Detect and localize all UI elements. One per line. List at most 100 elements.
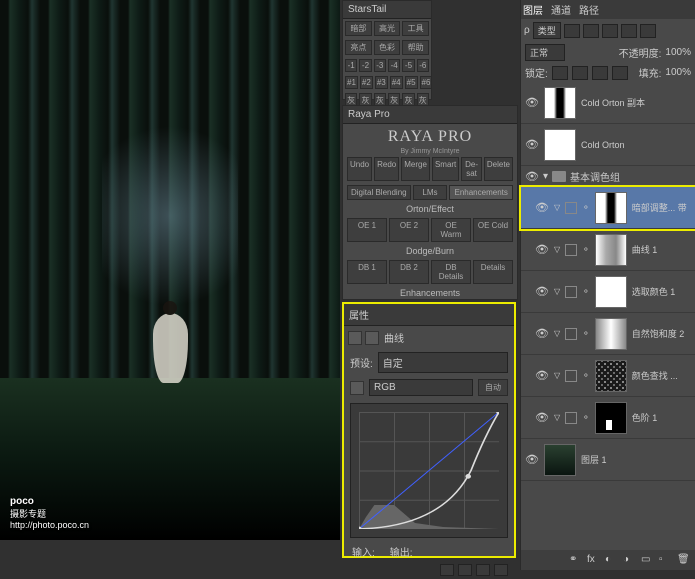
st-btn[interactable]: 亮点	[345, 40, 372, 55]
kind-label: ρ	[524, 25, 530, 36]
delete-button[interactable]: Delete	[484, 157, 513, 181]
reset-icon[interactable]	[476, 564, 490, 576]
st-btn[interactable]: 暗部	[345, 21, 372, 36]
visibility-icon[interactable]: 👁	[525, 138, 539, 152]
tab-paths[interactable]: 路径	[579, 2, 599, 17]
redo-button[interactable]: Redo	[374, 157, 399, 181]
layer-mask-thumb[interactable]	[595, 276, 627, 308]
visibility-icon[interactable]: 👁	[525, 170, 539, 184]
layer-row[interactable]: 👁▽⚬颜色查找 ...	[521, 355, 695, 397]
chevron-icon[interactable]: ▽	[554, 371, 560, 380]
tab-layers[interactable]: 图层	[523, 2, 543, 17]
layer-row[interactable]: 👁Cold Orton	[521, 124, 695, 166]
lock-pixel-icon[interactable]	[572, 66, 588, 80]
blend-select[interactable]: 正常	[525, 44, 565, 61]
db1-button[interactable]: DB 1	[347, 260, 387, 284]
filter-adj-icon[interactable]	[583, 24, 599, 38]
layer-mask-thumb[interactable]	[595, 360, 627, 392]
oecold-button[interactable]: OE Cold	[473, 218, 513, 242]
layer-name: 自然饱和度 2	[632, 327, 685, 340]
layer-row[interactable]: 👁图层 1	[521, 439, 695, 481]
adjustment-icon[interactable]	[348, 331, 362, 345]
db2-button[interactable]: DB 2	[389, 260, 429, 284]
layer-row[interactable]: 👁▽⚬暗部调整... 带	[521, 187, 695, 229]
chevron-icon[interactable]: ▽	[554, 413, 560, 422]
channel-select[interactable]: RGB	[369, 379, 473, 396]
mask-icon[interactable]: ◐	[605, 554, 619, 566]
enhancements-button[interactable]: Enhancements	[449, 185, 513, 200]
dbdetails-button[interactable]: DB Details	[431, 260, 471, 284]
layer-row[interactable]: 👁▽⚬曲线 1	[521, 229, 695, 271]
chevron-icon[interactable]: ▽	[554, 329, 560, 338]
visibility-icon[interactable]: 👁	[535, 411, 549, 425]
filter-smart-icon[interactable]	[640, 24, 656, 38]
folder-icon[interactable]: ▭	[641, 554, 655, 566]
trash-icon[interactable]	[494, 564, 508, 576]
preset-select[interactable]: 自定	[378, 352, 508, 373]
st-btn[interactable]: 高光	[374, 21, 401, 36]
filter-pixel-icon[interactable]	[564, 24, 580, 38]
filter-shape-icon[interactable]	[621, 24, 637, 38]
layer-row[interactable]: 👁▽⚬自然饱和度 2	[521, 313, 695, 355]
layer-mask-thumb[interactable]	[595, 192, 627, 224]
lock-position-icon[interactable]	[592, 66, 608, 80]
visibility-icon[interactable]: 👁	[535, 243, 549, 257]
layer-row[interactable]: 👁▽⚬选取颜色 1	[521, 271, 695, 313]
undo-button[interactable]: Undo	[347, 157, 372, 181]
group-row[interactable]: 👁▾基本调色组	[521, 166, 695, 187]
opacity-value[interactable]: 100%	[665, 47, 691, 58]
filter-type-icon[interactable]	[602, 24, 618, 38]
oe2-button[interactable]: OE 2	[389, 218, 429, 242]
clip-icon[interactable]	[440, 564, 454, 576]
layer-row[interactable]: 👁Cold Orton 副本	[521, 82, 695, 124]
lock-transparent-icon[interactable]	[552, 66, 568, 80]
visibility-icon[interactable]: 👁	[535, 201, 549, 215]
layer-mask-thumb[interactable]	[595, 402, 627, 434]
merge-button[interactable]: Merge	[401, 157, 430, 181]
fill-value[interactable]: 100%	[665, 67, 691, 78]
layer-mask-thumb[interactable]	[595, 234, 627, 266]
layer-thumb[interactable]	[544, 444, 576, 476]
smart-button[interactable]: Smart	[432, 157, 459, 181]
visibility-icon[interactable]: 👁	[535, 327, 549, 341]
visibility-icon[interactable]: 👁	[525, 453, 539, 467]
layer-mask-thumb[interactable]	[595, 318, 627, 350]
visibility-icon[interactable]: 👁	[535, 285, 549, 299]
view-icon[interactable]	[458, 564, 472, 576]
st-btn[interactable]: -1	[345, 59, 357, 72]
channel-icon[interactable]	[350, 381, 364, 395]
lms-button[interactable]: LMs	[413, 185, 448, 200]
details-button[interactable]: Details	[473, 260, 513, 284]
visibility-icon[interactable]: 👁	[525, 96, 539, 110]
layer-mask-thumb[interactable]	[544, 87, 576, 119]
layer-row[interactable]: 👁▽⚬色阶 1	[521, 397, 695, 439]
st-btn[interactable]: 帮助	[402, 40, 429, 55]
adjustment-icon[interactable]: ◑	[623, 554, 637, 566]
lock-label: 锁定:	[525, 65, 548, 80]
curve-editor[interactable]	[350, 403, 508, 538]
fx-icon[interactable]: fx	[587, 554, 601, 566]
layer-mask-thumb[interactable]	[544, 129, 576, 161]
lock-all-icon[interactable]	[612, 66, 628, 80]
st-btn[interactable]: 色彩	[374, 40, 401, 55]
kind-select[interactable]: 类型	[533, 22, 561, 39]
tab-channels[interactable]: 通道	[551, 2, 571, 17]
oewarm-button[interactable]: OE Warm	[431, 218, 471, 242]
digital-blending-button[interactable]: Digital Blending	[347, 185, 411, 200]
st-btn[interactable]: 工具	[402, 21, 429, 36]
visibility-icon[interactable]: 👁	[535, 369, 549, 383]
chevron-down-icon[interactable]: ▾	[543, 171, 548, 182]
image-canvas[interactable]: poco 摄影专题http://photo.poco.cn	[0, 0, 340, 540]
new-layer-icon[interactable]: ▫	[659, 554, 673, 566]
desat-button[interactable]: De-sat	[461, 157, 482, 181]
oe1-button[interactable]: OE 1	[347, 218, 387, 242]
trash-icon[interactable]: 🗑	[677, 554, 691, 566]
adjustment-type: 曲线	[384, 330, 404, 345]
mask-icon[interactable]	[365, 331, 379, 345]
adjustment-icon	[565, 328, 577, 340]
auto-button[interactable]: 自动	[478, 379, 508, 396]
chevron-icon[interactable]: ▽	[554, 203, 560, 212]
chevron-icon[interactable]: ▽	[554, 287, 560, 296]
link-icon[interactable]: ⚭	[569, 554, 583, 566]
chevron-icon[interactable]: ▽	[554, 245, 560, 254]
